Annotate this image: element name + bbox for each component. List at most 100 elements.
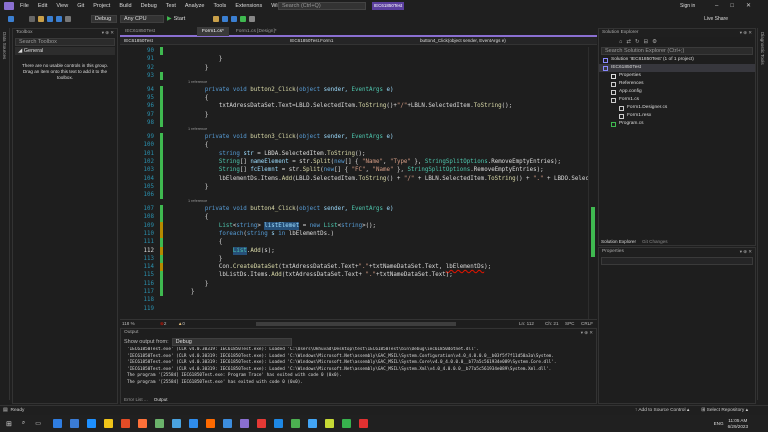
taskbar-app-icon[interactable] (290, 419, 300, 428)
taskbar-app-icon[interactable] (52, 419, 62, 428)
live-share-button[interactable]: Live Share (704, 16, 728, 22)
menu-debug[interactable]: Debug (141, 3, 157, 9)
menu-view[interactable]: View (56, 3, 68, 9)
zoom-level[interactable]: 118 % (122, 320, 152, 328)
tree-item[interactable]: References (599, 80, 755, 88)
tree-item[interactable]: Program.cs (599, 120, 755, 128)
menu-project[interactable]: Project (93, 3, 110, 9)
tree-item[interactable]: Form1.Designer.cs (599, 104, 755, 112)
tab-error-list[interactable]: Error List ... (124, 397, 148, 402)
close-icon[interactable]: ✕ (746, 2, 751, 9)
open-icon[interactable] (38, 15, 44, 22)
tree-item[interactable]: Form1.cs (599, 96, 755, 104)
home-icon[interactable]: ⌂ (619, 39, 622, 45)
taskbar-app-icon[interactable] (205, 419, 215, 428)
taskbar-app-icon[interactable] (324, 419, 334, 428)
error-count[interactable]: 2 (164, 320, 178, 328)
bookmark-icon[interactable] (249, 15, 256, 22)
line-ending-indicator[interactable]: CRLF (581, 320, 597, 328)
scroll-thumb[interactable] (591, 207, 595, 257)
diagnostic-tools-tab[interactable]: Diagnostic Tools (760, 32, 765, 65)
taskbar-app-icon[interactable] (103, 419, 113, 428)
menu-build[interactable]: Build (119, 3, 131, 9)
toolbar-tool-icon[interactable] (222, 15, 229, 22)
tree-item[interactable]: Properties (599, 72, 755, 80)
whitespace-indicator[interactable]: SPC (565, 320, 581, 328)
taskbar-app-icon[interactable] (86, 419, 96, 428)
taskbar-app-icon[interactable] (358, 419, 368, 428)
editor-vertical-scrollbar[interactable] (588, 47, 597, 319)
start-menu-icon[interactable]: ⊞ (6, 420, 12, 428)
settings-icon[interactable]: ⚙ (652, 39, 657, 45)
data-sources-tab[interactable]: Data Sources (2, 32, 7, 59)
save-all-icon[interactable] (56, 15, 62, 22)
taskbar-app-icon[interactable] (273, 419, 283, 428)
taskbar-app-icon[interactable] (154, 419, 164, 428)
sign-in-link[interactable]: Sign in (680, 3, 695, 9)
menu-analyze[interactable]: Analyze (185, 3, 205, 9)
taskbar-app-icon[interactable] (69, 419, 79, 428)
tab-git-changes[interactable]: Git Changes (642, 239, 668, 244)
maximize-icon[interactable]: □ (730, 3, 734, 9)
add-to-source-control-button[interactable]: ↑ Add to Source Control ▴ (635, 406, 689, 416)
configuration-dropdown[interactable]: Debug (91, 14, 117, 23)
menu-edit[interactable]: Edit (38, 3, 47, 9)
taskbar-app-icon[interactable] (307, 419, 317, 428)
toolbar-tool-icon[interactable] (240, 15, 247, 22)
panel-buttons[interactable]: ▾ ⊕ ✕ (581, 329, 593, 337)
start-button[interactable]: Start (174, 16, 186, 22)
properties-object-dropdown[interactable] (601, 257, 753, 265)
menu-test[interactable]: Test (166, 3, 176, 9)
menu-tools[interactable]: Tools (213, 3, 226, 9)
output-text[interactable]: 'IEC61850Test.exe' (CLR v4.0.30319: IEC6… (121, 347, 596, 391)
taskbar-app-icon[interactable] (137, 419, 147, 428)
taskbar-app-icon[interactable] (188, 419, 198, 428)
toolbar-tool-icon[interactable] (231, 15, 238, 22)
taskbar-app-icon[interactable] (171, 419, 181, 428)
collapse-icon[interactable]: ⊟ (644, 39, 649, 45)
taskbar-app-icon[interactable] (256, 419, 266, 428)
save-icon[interactable] (47, 15, 53, 22)
tab-solution-explorer[interactable]: Solution Explorer (601, 239, 636, 244)
toolbox-search-input[interactable]: Search Toolbox (15, 38, 115, 46)
toolbox-group-general[interactable]: ◢ General (15, 47, 115, 55)
tree-item[interactable]: IEC61850Test (599, 64, 755, 72)
panel-buttons[interactable]: ▾ ⊕ ✕ (102, 29, 114, 37)
minimize-icon[interactable]: – (715, 3, 718, 9)
panel-buttons[interactable]: ▾ ⊕ ✕ (740, 29, 752, 37)
clock[interactable]: 11:05 AM 6/29/2023 (728, 418, 748, 430)
language-indicator[interactable]: ENG (714, 421, 724, 426)
warning-count[interactable]: 0 (182, 320, 196, 328)
solution-search-input[interactable]: Search Solution Explorer (Ctrl+;) (601, 47, 753, 55)
back-icon[interactable] (8, 15, 14, 22)
select-repository-button[interactable]: ⊞ Select Repository ▴ (701, 406, 748, 416)
refresh-icon[interactable]: ↻ (635, 39, 640, 45)
platform-dropdown[interactable]: Any CPU (120, 14, 164, 23)
member-dropdown[interactable]: button4_Click(object sender, EventArgs e… (420, 37, 506, 45)
tree-item[interactable]: Form1.resx (599, 112, 755, 120)
menu-file[interactable]: File (20, 3, 29, 9)
sync-icon[interactable]: ⇄ (626, 39, 631, 45)
output-source-dropdown[interactable]: Debug (171, 338, 292, 346)
toolbar-tool-icon[interactable] (213, 15, 220, 22)
tab-2[interactable]: Form1.cs [Design]* (231, 27, 282, 36)
project-dropdown[interactable]: IEC61850Test (120, 37, 290, 45)
search-icon[interactable]: ⌕ (22, 420, 25, 427)
code-area[interactable]: 90 91 } 92 } 93 1 reference 94 private void b… (120, 47, 588, 319)
taskbar-app-icon[interactable] (239, 419, 249, 428)
task-view-icon[interactable]: ▭ (35, 420, 41, 427)
tab-1[interactable]: Form1.cs* (197, 27, 229, 36)
panel-buttons[interactable]: ▾ ⊕ ✕ (740, 248, 752, 256)
horizontal-scrollbar[interactable] (256, 321, 457, 326)
search-input[interactable]: Search (Ctrl+Q) (278, 2, 366, 10)
menu-git[interactable]: Git (77, 3, 84, 9)
undo-icon[interactable] (65, 15, 71, 22)
new-item-icon[interactable] (29, 15, 35, 22)
tree-item[interactable]: App.config (599, 88, 755, 96)
tab-output[interactable]: Output (154, 397, 168, 402)
tab-0[interactable]: IEC61850Test (120, 27, 195, 36)
taskbar-app-icon[interactable] (341, 419, 351, 428)
menu-extensions[interactable]: Extensions (235, 3, 262, 9)
tree-item[interactable]: Solution 'IEC61850Test' (1 of 1 project) (599, 56, 755, 64)
class-dropdown[interactable]: IEC61850Test.Form1 (290, 37, 420, 45)
